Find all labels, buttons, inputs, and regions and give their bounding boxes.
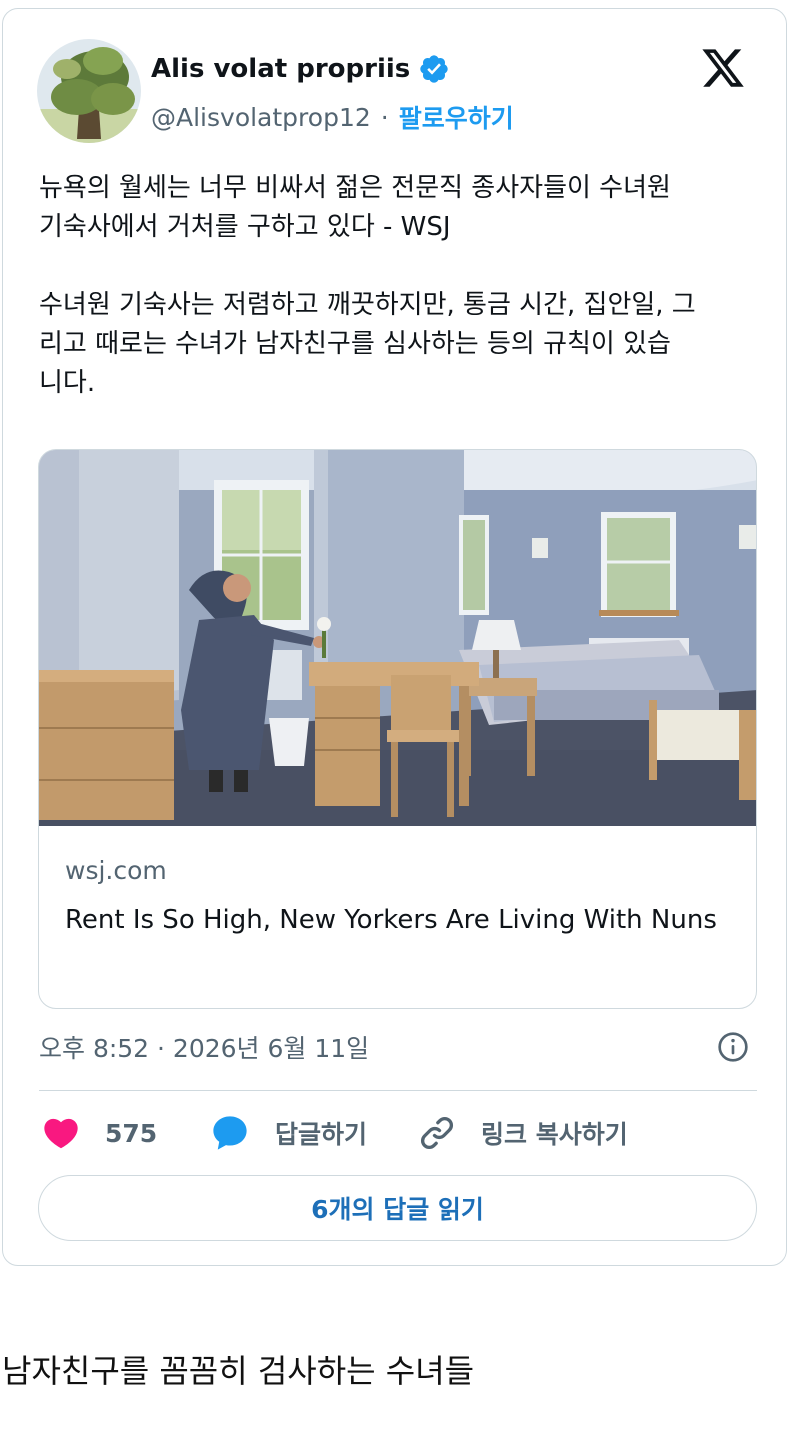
divider	[39, 1090, 757, 1091]
read-replies-button[interactable]: 6개의 답글 읽기	[38, 1175, 757, 1241]
follow-link[interactable]: 팔로우하기	[399, 99, 514, 135]
heart-icon	[44, 1118, 78, 1149]
link-title[interactable]: Rent Is So High, New Yorkers Are Living …	[65, 900, 725, 941]
tweet-text-paragraph-2: 수녀원 기숙사는 저렴하고 깨끗하지만, 통금 시간, 집안일, 그 리고 때로…	[39, 290, 696, 398]
copy-link-label: 링크 복사하기	[481, 1120, 628, 1149]
author-handle[interactable]: @Alisvolatprop12	[151, 103, 371, 132]
info-icon[interactable]	[717, 1031, 749, 1063]
speech-bubble-icon	[213, 1116, 247, 1150]
post-caption: 남자친구를 꼼꼼히 검사하는 수녀들	[2, 1352, 475, 1390]
article-photo	[39, 450, 756, 826]
likes-count: 575	[105, 1118, 158, 1148]
link-icon	[421, 1117, 453, 1149]
x-logo-icon[interactable]	[700, 45, 746, 91]
copy-link-button[interactable]: 링크 복사하기	[417, 1109, 628, 1157]
tweet-timestamp[interactable]: 오후 8:52 · 2026년 6월 11일	[39, 1029, 369, 1065]
article-link-card[interactable]: wsj.com Rent Is So High, New Yorkers Are…	[38, 449, 757, 1009]
link-domain: wsj.com	[65, 856, 167, 885]
tweet-text: 뉴욕의 월세는 너무 비싸서 젊은 전문직 종사자들이 수녀원 기숙사에서 거처…	[39, 169, 759, 403]
author-name[interactable]: Alis volat propriis	[151, 54, 410, 84]
tweet-text-paragraph-1: 뉴욕의 월세는 너무 비싸서 젊은 전문직 종사자들이 수녀원 기숙사에서 거처…	[39, 173, 671, 242]
reply-label: 답글하기	[275, 1120, 368, 1149]
tweet-actions: 575 답글하기 링크 복사하기	[3, 1109, 788, 1157]
tweet-embed-card: Alis volat propriis @Alisvolatprop12 · 팔…	[2, 8, 787, 1266]
author-avatar[interactable]	[37, 39, 141, 143]
handle-separator: ·	[380, 102, 389, 132]
like-button[interactable]: 575	[41, 1109, 157, 1157]
reply-button[interactable]: 답글하기	[209, 1109, 367, 1157]
verified-badge-icon	[420, 55, 448, 83]
